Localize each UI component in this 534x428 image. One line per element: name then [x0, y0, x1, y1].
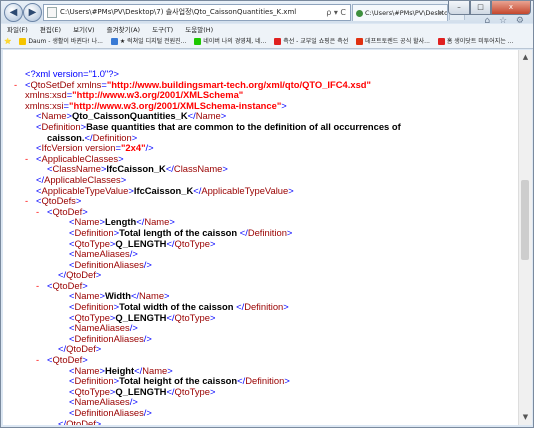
- site-icon: [194, 38, 202, 45]
- site-icon: [437, 38, 445, 45]
- tab-label: C:\Users\#PMs\PV\Deskto...: [365, 9, 448, 17]
- scroll-up-arrow-icon[interactable]: ▲: [520, 52, 531, 63]
- site-icon: [274, 38, 282, 45]
- favorite-label: 측선 - 교부일 쇼핑은 측선: [283, 38, 349, 45]
- scroll-thumb[interactable]: [521, 180, 529, 260]
- collapse-toggle[interactable]: -: [14, 79, 25, 91]
- xml-node-close: </QtoDef>: [58, 417, 102, 425]
- back-button[interactable]: ◀: [4, 3, 23, 22]
- site-icon: [110, 38, 118, 45]
- favorite-link[interactable]: ★ 럭쳐일 디지털 전원진...: [110, 36, 187, 48]
- menu-bar: 파일(F) 편집(E) 보기(V) 즐겨찾기(A) 도구(T) 도움말(H): [1, 24, 533, 36]
- favorite-link[interactable]: 네이버 나의 경영체, 네...: [194, 36, 266, 48]
- scroll-down-arrow-icon[interactable]: ▼: [520, 412, 531, 423]
- favorite-link[interactable]: 홈 생이닷트 미투어지는 ...: [437, 36, 514, 48]
- menu-tools[interactable]: 도구(T): [152, 26, 173, 34]
- collapse-toggle[interactable]: -: [36, 354, 47, 366]
- search-icon[interactable]: ρ: [326, 8, 331, 17]
- vertical-scrollbar[interactable]: ▲ ▼: [518, 50, 532, 425]
- tab-close-icon[interactable]: ×: [438, 5, 444, 21]
- browser-tab[interactable]: C:\Users\#PMs\PV\Deskto... ×: [352, 4, 448, 21]
- menu-help[interactable]: 도움말(H): [185, 26, 213, 34]
- maximize-button[interactable]: □: [470, 1, 491, 15]
- forward-arrow-icon: ▶: [28, 7, 37, 18]
- favorite-link[interactable]: 데프트토렌드 공식 할사...: [356, 36, 430, 48]
- favorite-link[interactable]: Daum - 생활이 바뀐다! 나...: [19, 36, 103, 48]
- menu-edit[interactable]: 편집(E): [40, 26, 61, 34]
- menu-file[interactable]: 파일(F): [7, 26, 28, 34]
- site-icon: [19, 38, 27, 45]
- address-bar[interactable]: C:\Users\#PMs\PV\Desktop\7) 솔사업정\Qto_Cai…: [43, 4, 351, 21]
- collapse-toggle[interactable]: -: [36, 280, 47, 292]
- browser-window: ◀ ▶ C:\Users\#PMs\PV\Desktop\7) 솔사업정\Qto…: [0, 0, 534, 428]
- site-icon: [356, 38, 364, 45]
- favorites-bar: ⭐ Daum - 생활이 바뀐다! 나... ★ 럭쳐일 디지털 전원진... …: [1, 36, 533, 49]
- window-controls: – □ x: [448, 1, 531, 15]
- favorite-label: Daum - 생활이 바뀐다! 나...: [28, 38, 103, 45]
- collapse-toggle[interactable]: -: [36, 206, 47, 218]
- refresh-icon[interactable]: C: [340, 8, 346, 17]
- xml-tree: <?xml version="1.0"?> - <QtoSetDef xmlns=…: [14, 68, 401, 425]
- ie-tab-icon: [356, 9, 363, 17]
- xml-content-pane: <?xml version="1.0"?> - <QtoSetDef xmlns=…: [3, 50, 518, 425]
- favorite-label: 홈 생이닷트 미투어지는 ...: [446, 38, 514, 45]
- favorite-link[interactable]: 측선 - 교부일 쇼핑은 측선: [274, 36, 348, 48]
- address-text: C:\Users\#PMs\PV\Desktop\7) 솔사업정\Qto_Cai…: [60, 8, 297, 16]
- address-tools: ρ ▾ C: [326, 8, 346, 17]
- close-window-button[interactable]: x: [491, 1, 531, 15]
- favorite-label: 데프트토렌드 공식 할사...: [365, 38, 430, 45]
- title-bar: ◀ ▶ C:\Users\#PMs\PV\Desktop\7) 솔사업정\Qto…: [1, 1, 533, 26]
- collapse-toggle[interactable]: -: [25, 153, 36, 165]
- back-arrow-icon: ◀: [9, 7, 18, 18]
- favorite-label: ★ 럭쳐일 디지털 전원진...: [119, 38, 187, 45]
- favorites-star-icon[interactable]: ⭐: [4, 36, 11, 48]
- page-icon: [47, 6, 57, 18]
- minimize-button[interactable]: –: [448, 1, 470, 15]
- favorite-label: 네이버 나의 경영체, 네...: [203, 38, 267, 45]
- menu-favorites[interactable]: 즐겨찾기(A): [107, 26, 140, 34]
- forward-button[interactable]: ▶: [23, 3, 42, 22]
- menu-view[interactable]: 보기(V): [73, 26, 94, 34]
- collapse-toggle[interactable]: -: [25, 196, 36, 207]
